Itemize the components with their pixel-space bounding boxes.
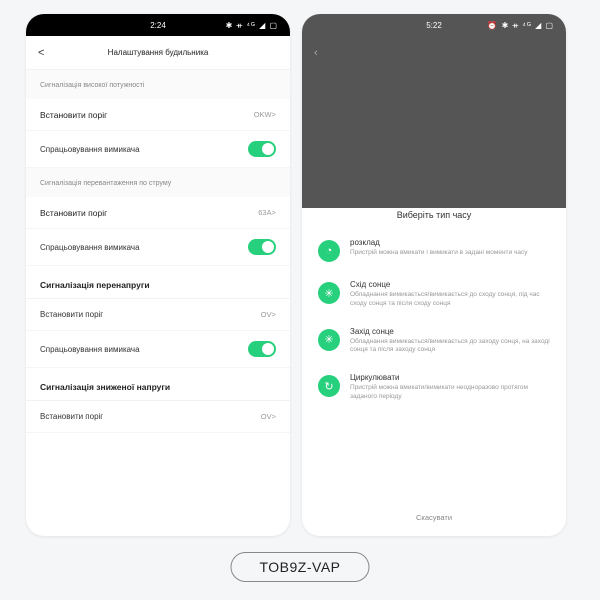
header: < Налаштування будильника: [26, 36, 290, 70]
row-label: Спрацьовування вимикача: [40, 243, 140, 252]
sunset-icon: ✳: [318, 329, 340, 351]
option-title: Захід сонце: [350, 327, 550, 336]
back-icon: ‹: [314, 47, 328, 59]
row-breaker-2: Спрацьовування вимикача: [26, 229, 290, 266]
row-value: OV>: [261, 310, 276, 319]
phone-right: 5:22 ⏰ ✱ ᚑ ⁴ᴳ ◢ ▢ ‹ Виберіть тип часу ◔ …: [302, 14, 566, 536]
toggle-switch[interactable]: [248, 141, 276, 157]
status-icons: ✱ ᚑ ⁴ᴳ ◢ ▢: [226, 21, 278, 30]
option-sunset[interactable]: ✳ Захід сонце Обладнання вимикається/вим…: [302, 319, 566, 366]
option-desc: Обладнання вимикається/вимикається до за…: [350, 338, 550, 356]
row-label: Спрацьовування вимикача: [40, 345, 140, 354]
section-high-power: Сигналізація високої потужності: [26, 70, 290, 99]
page-title: Налаштування будильника: [52, 48, 264, 57]
clock-icon: ◔: [318, 240, 340, 262]
row-label: Встановити поріг: [40, 208, 107, 218]
section-undervoltage: Сигналізація зниженої напруги: [26, 368, 290, 401]
status-bar: 2:24 ✱ ᚑ ⁴ᴳ ◢ ▢: [26, 14, 290, 36]
row-threshold-2[interactable]: Встановити поріг 63A>: [26, 197, 290, 229]
row-breaker-1: Спрацьовування вимикача: [26, 131, 290, 168]
option-title: Схід сонце: [350, 280, 550, 289]
sunrise-icon: ✳: [318, 282, 340, 304]
option-title: Циркулювати: [350, 373, 550, 382]
section-overvoltage: Сигналізація перенапруги: [26, 266, 290, 299]
row-label: Встановити поріг: [40, 110, 107, 120]
row-threshold-1[interactable]: Встановити поріг OKW>: [26, 99, 290, 131]
back-icon[interactable]: <: [38, 47, 52, 59]
status-bar: 5:22 ⏰ ✱ ᚑ ⁴ᴳ ◢ ▢: [302, 14, 566, 36]
row-value: OV>: [261, 412, 276, 421]
row-breaker-3: Спрацьовування вимикача: [26, 331, 290, 368]
phone-left: 2:24 ✱ ᚑ ⁴ᴳ ◢ ▢ < Налаштування будильник…: [26, 14, 290, 536]
cycle-icon: ↻: [318, 375, 340, 397]
toggle-switch[interactable]: [248, 341, 276, 357]
toggle-switch[interactable]: [248, 239, 276, 255]
section-overcurrent: Сигналізація перевантаження по струму: [26, 168, 290, 197]
status-icons: ⏰ ✱ ᚑ ⁴ᴳ ◢ ▢: [487, 21, 554, 30]
cancel-button[interactable]: Скасувати: [302, 501, 566, 528]
option-desc: Обладнання вимикається/вимикається до сх…: [350, 291, 550, 309]
option-title: розклад: [350, 238, 550, 247]
bottom-sheet: Виберіть тип часу ◔ розклад Пристрій мож…: [302, 198, 566, 536]
dim-header: ‹: [302, 36, 566, 70]
dimmed-background: 5:22 ⏰ ✱ ᚑ ⁴ᴳ ◢ ▢ ‹: [302, 14, 566, 208]
model-badge: TOB9Z-VAP: [230, 552, 369, 582]
row-label: Встановити поріг: [40, 412, 103, 421]
option-sunrise[interactable]: ✳ Схід сонце Обладнання вимикається/вими…: [302, 272, 566, 319]
row-value: OKW>: [254, 110, 276, 119]
option-circulate[interactable]: ↻ Циркулювати Пристрій можна вмикати/вим…: [302, 365, 566, 412]
row-threshold-3[interactable]: Встановити поріг OV>: [26, 299, 290, 331]
option-desc: Пристрій можна вмикати і вимикати в зада…: [350, 249, 550, 258]
row-label: Встановити поріг: [40, 310, 103, 319]
row-value: 63A>: [258, 208, 276, 217]
row-threshold-4[interactable]: Встановити поріг OV>: [26, 401, 290, 433]
option-schedule[interactable]: ◔ розклад Пристрій можна вмикати і вимик…: [302, 230, 566, 272]
option-desc: Пристрій можна вмикати/вимикати неоднора…: [350, 384, 550, 402]
row-label: Спрацьовування вимикача: [40, 145, 140, 154]
